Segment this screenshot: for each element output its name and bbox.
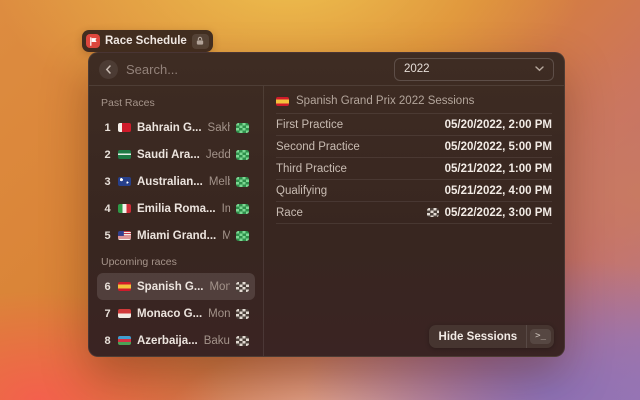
session-row-qualifying[interactable]: Qualifying 05/21/2022, 4:00 PM — [276, 180, 552, 202]
race-schedule-app-icon — [86, 34, 100, 48]
race-list-item-australia[interactable]: 3 Australian... Melbourne,... — [97, 168, 255, 195]
session-datetime: 05/20/2022, 5:00 PM — [445, 141, 552, 153]
sessions-panel-title: Spanish Grand Prix 2022 Sessions — [276, 89, 552, 114]
keyboard-shortcut-badge: >_ — [530, 329, 551, 344]
window-content: Past Races 1 Bahrain G... Sakhir, Bahr..… — [89, 86, 564, 356]
race-name: Miami Grand... — [137, 230, 216, 242]
race-name: Azerbaija... — [137, 335, 198, 347]
checkered-flag-green-icon — [236, 123, 249, 133]
pill-label: Race Schedule — [105, 35, 187, 47]
flag-azerbaijan-icon — [118, 336, 131, 345]
checkered-flag-green-icon — [236, 204, 249, 214]
section-title-past-races: Past Races — [97, 90, 255, 114]
back-button[interactable] — [99, 60, 118, 79]
checkered-flag-white-icon — [236, 336, 249, 346]
race-list-item-spain-selected[interactable]: 6 Spanish G... Montmeló,... — [97, 273, 255, 300]
year-dropdown[interactable]: 2022 — [394, 58, 554, 81]
race-name: Emilia Roma... — [137, 203, 216, 215]
session-datetime: 05/21/2022, 4:00 PM — [445, 185, 552, 197]
hide-sessions-button[interactable]: Hide Sessions >_ — [429, 325, 554, 348]
race-list-item-emilia-romagna[interactable]: 4 Emilia Roma... Imola, Italy — [97, 195, 255, 222]
button-divider — [526, 325, 527, 348]
checkered-flag-green-icon — [236, 177, 249, 187]
session-datetime-text: 05/22/2022, 3:00 PM — [445, 207, 552, 219]
checkered-flag-white-icon — [236, 309, 249, 319]
flag-monaco-icon — [118, 309, 131, 318]
race-location: Jeddah, Sa... — [206, 149, 230, 161]
race-name: Bahrain G... — [137, 122, 202, 134]
sessions-panel: Spanish Grand Prix 2022 Sessions First P… — [264, 86, 564, 356]
race-location: Sakhir, Bahr... — [208, 122, 230, 134]
checkered-flag-green-icon — [236, 150, 249, 160]
race-list-item-canada[interactable]: 9 Canadian... Montreal, C... — [97, 354, 255, 356]
race-location: Monte-Carl... — [208, 308, 230, 320]
race-number: 6 — [103, 281, 112, 293]
session-row-second-practice[interactable]: Second Practice 05/20/2022, 5:00 PM — [276, 136, 552, 158]
race-name: Saudi Ara... — [137, 149, 200, 161]
hide-sessions-label: Hide Sessions — [429, 331, 527, 343]
search-input[interactable] — [126, 62, 386, 77]
race-list-item-monaco[interactable]: 7 Monaco G... Monte-Carl... — [97, 300, 255, 327]
race-list-item-miami[interactable]: 5 Miami Grand... Miami, USA — [97, 222, 255, 249]
checkered-flag-white-icon — [427, 208, 439, 217]
race-location: Imola, Italy — [222, 203, 230, 215]
flag-spain-icon — [276, 97, 289, 106]
session-label: Qualifying — [276, 185, 327, 197]
search-bar: 2022 — [89, 53, 564, 86]
checkered-flag-white-icon — [236, 282, 249, 292]
race-name: Monaco G... — [137, 308, 202, 320]
flag-spain-icon — [118, 282, 131, 291]
race-name: Spanish G... — [137, 281, 203, 293]
session-row-first-practice[interactable]: First Practice 05/20/2022, 2:00 PM — [276, 114, 552, 136]
session-datetime: 05/22/2022, 3:00 PM — [427, 207, 552, 219]
race-list-item-saudi[interactable]: 2 Saudi Ara... Jeddah, Sa... — [97, 141, 255, 168]
race-number: 4 — [103, 203, 112, 215]
section-title-upcoming-races: Upcoming races — [97, 249, 255, 273]
session-datetime: 05/20/2022, 2:00 PM — [445, 119, 552, 131]
race-number: 1 — [103, 122, 112, 134]
race-number: 2 — [103, 149, 112, 161]
year-dropdown-value: 2022 — [404, 63, 430, 75]
race-location: Montmeló,... — [209, 281, 230, 293]
session-row-race[interactable]: Race 05/22/2022, 3:00 PM — [276, 202, 552, 224]
sessions-title-text: Spanish Grand Prix 2022 Sessions — [296, 95, 474, 107]
flag-saudi-arabia-icon — [118, 150, 131, 159]
race-location: Baku, Azerb... — [204, 335, 230, 347]
race-number: 5 — [103, 230, 112, 242]
race-number: 8 — [103, 335, 112, 347]
race-schedule-pill[interactable]: Race Schedule — [82, 30, 213, 52]
session-label: Second Practice — [276, 141, 360, 153]
flag-bahrain-icon — [118, 123, 131, 132]
race-number: 7 — [103, 308, 112, 320]
race-list-item-bahrain[interactable]: 1 Bahrain G... Sakhir, Bahr... — [97, 114, 255, 141]
race-list: Past Races 1 Bahrain G... Sakhir, Bahr..… — [89, 86, 264, 356]
flag-australia-icon — [118, 177, 131, 186]
chevron-down-icon — [535, 66, 544, 72]
race-location: Melbourne,... — [209, 176, 230, 188]
race-name: Australian... — [137, 176, 203, 188]
race-schedule-window: 2022 Past Races 1 Bahrain G... Sakhir, B… — [88, 52, 565, 357]
session-label: Race — [276, 207, 303, 219]
flag-italy-icon — [118, 204, 131, 213]
session-label: Third Practice — [276, 163, 347, 175]
session-row-third-practice[interactable]: Third Practice 05/21/2022, 1:00 PM — [276, 158, 552, 180]
lock-icon — [192, 34, 209, 49]
race-number: 3 — [103, 176, 112, 188]
checkered-flag-green-icon — [236, 231, 249, 241]
session-label: First Practice — [276, 119, 343, 131]
flag-usa-icon — [118, 231, 131, 240]
race-list-item-azerbaijan[interactable]: 8 Azerbaija... Baku, Azerb... — [97, 327, 255, 354]
session-datetime: 05/21/2022, 1:00 PM — [445, 163, 552, 175]
race-location: Miami, USA — [222, 230, 230, 242]
